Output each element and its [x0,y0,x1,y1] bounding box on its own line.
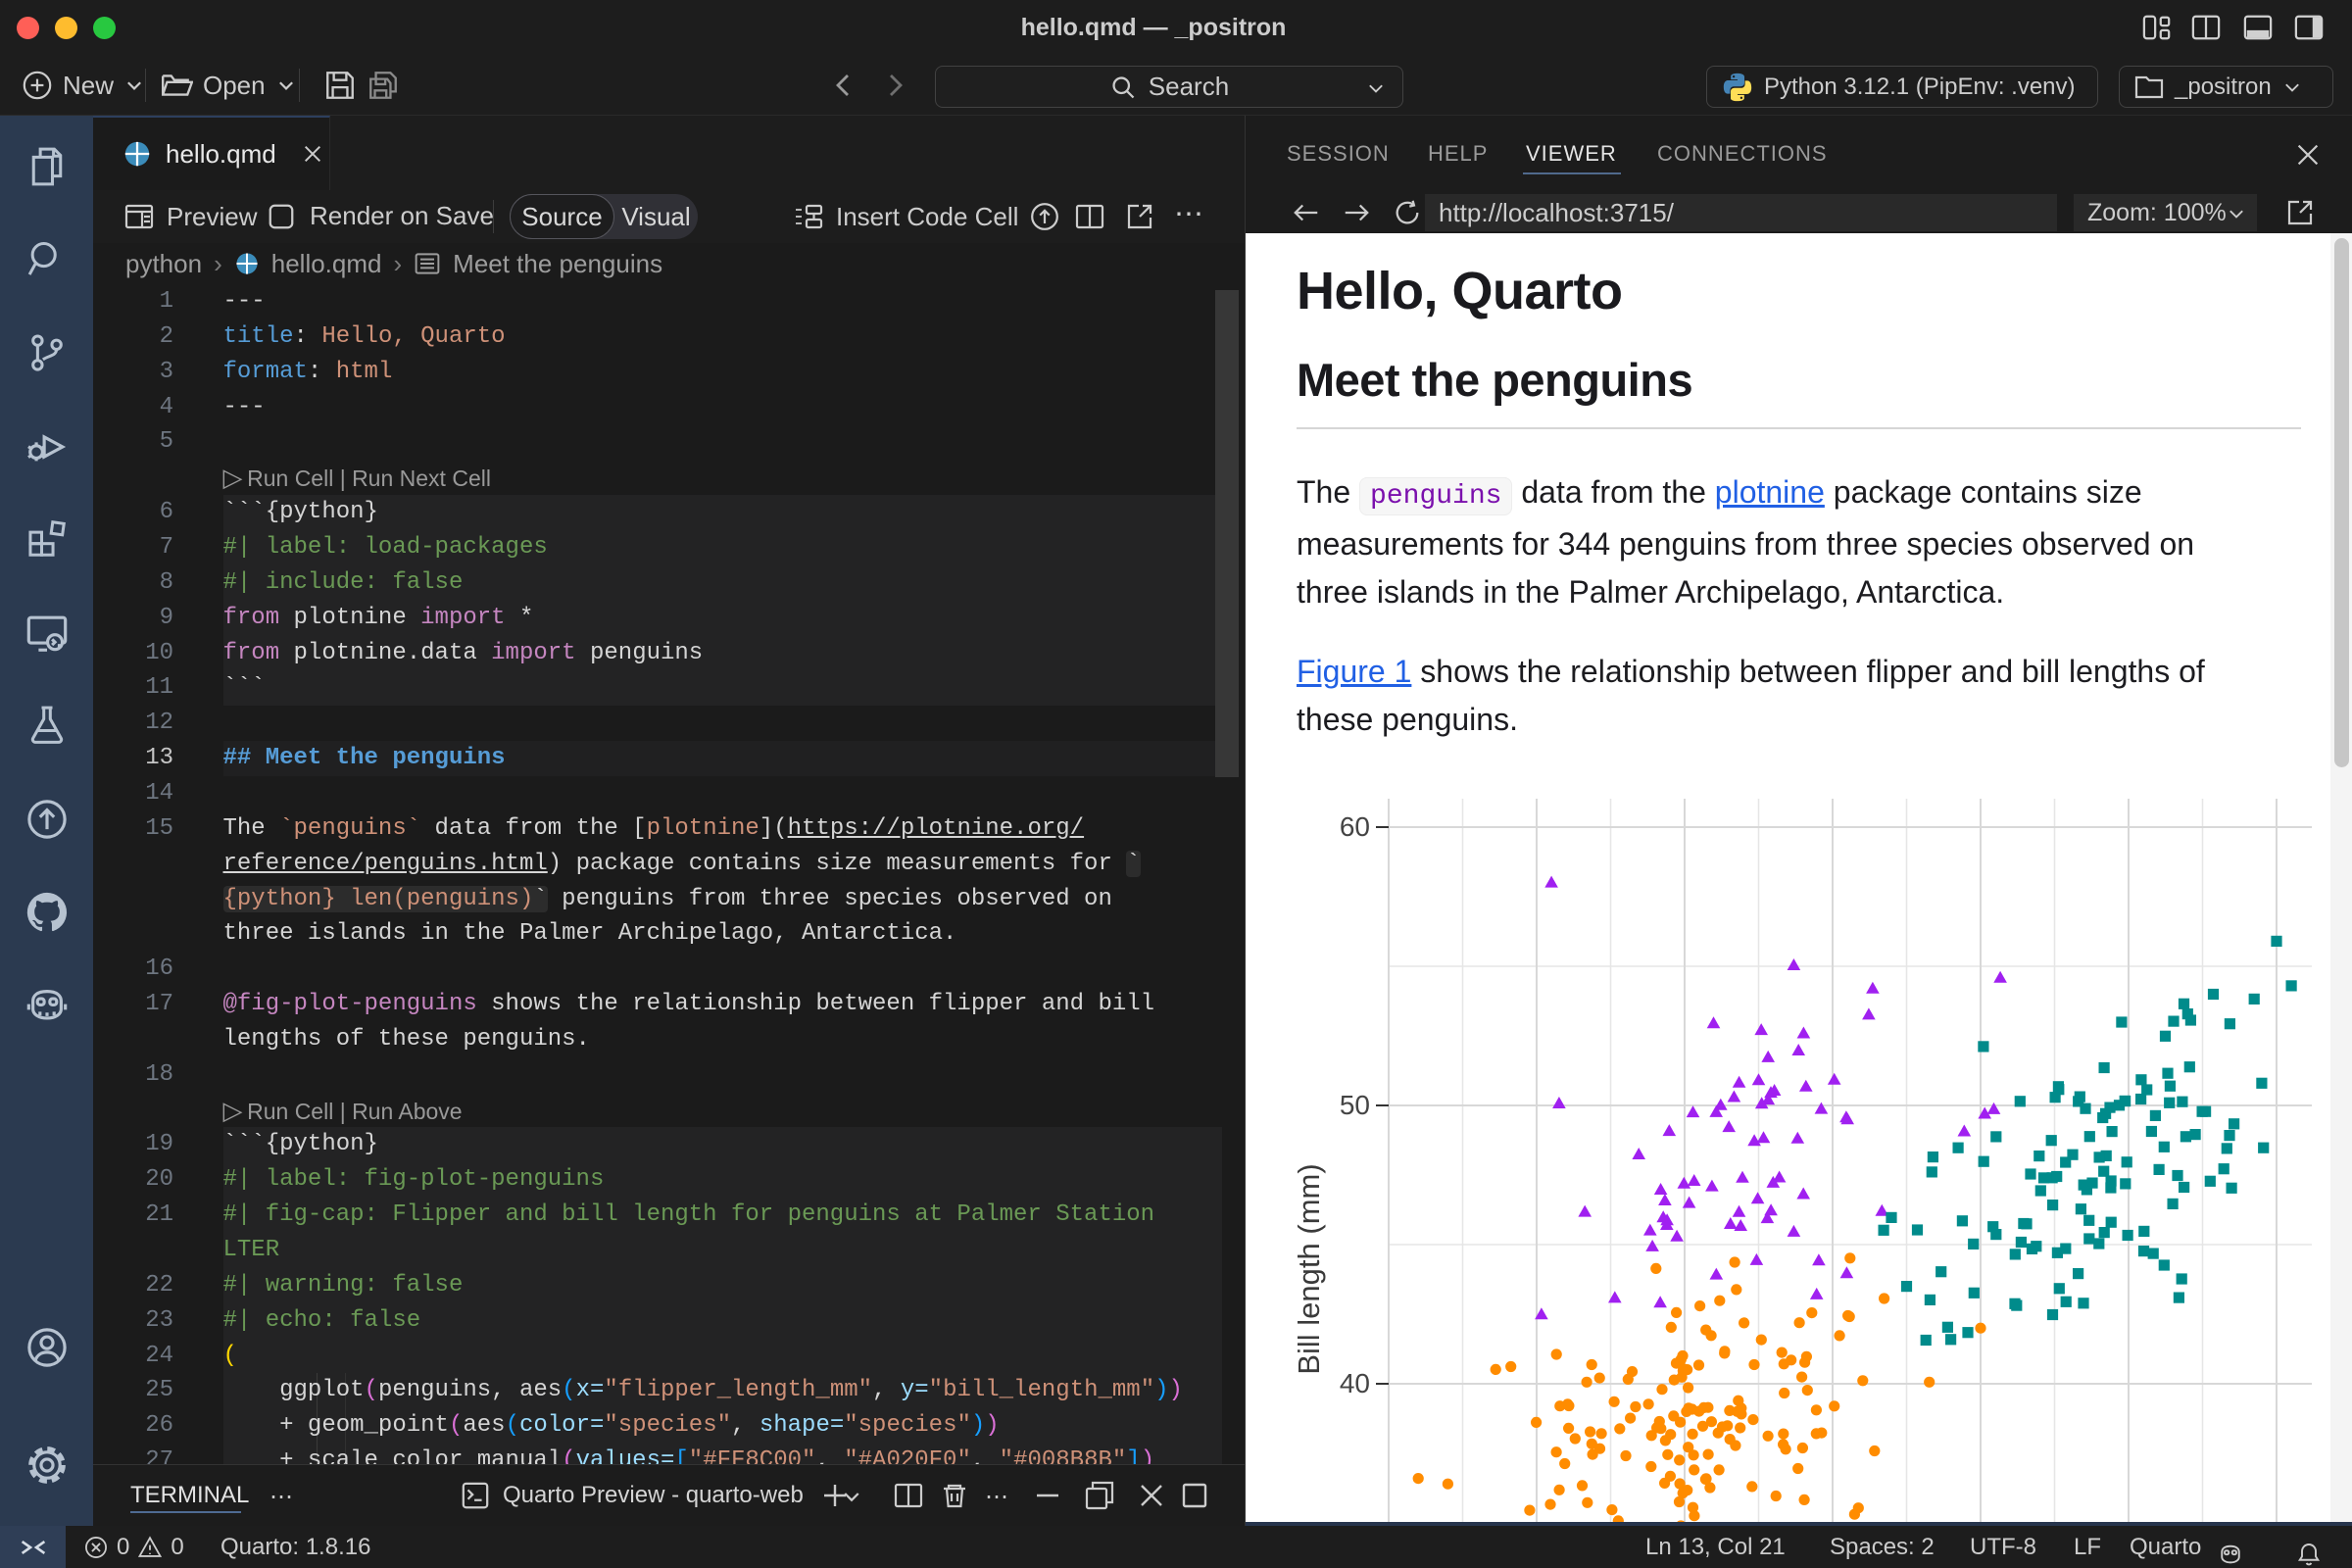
svg-text:50: 50 [1340,1090,1370,1120]
svg-text:Bill length (mm): Bill length (mm) [1292,1163,1326,1374]
svg-text:60: 60 [1340,811,1370,842]
svg-text:40: 40 [1340,1368,1370,1398]
